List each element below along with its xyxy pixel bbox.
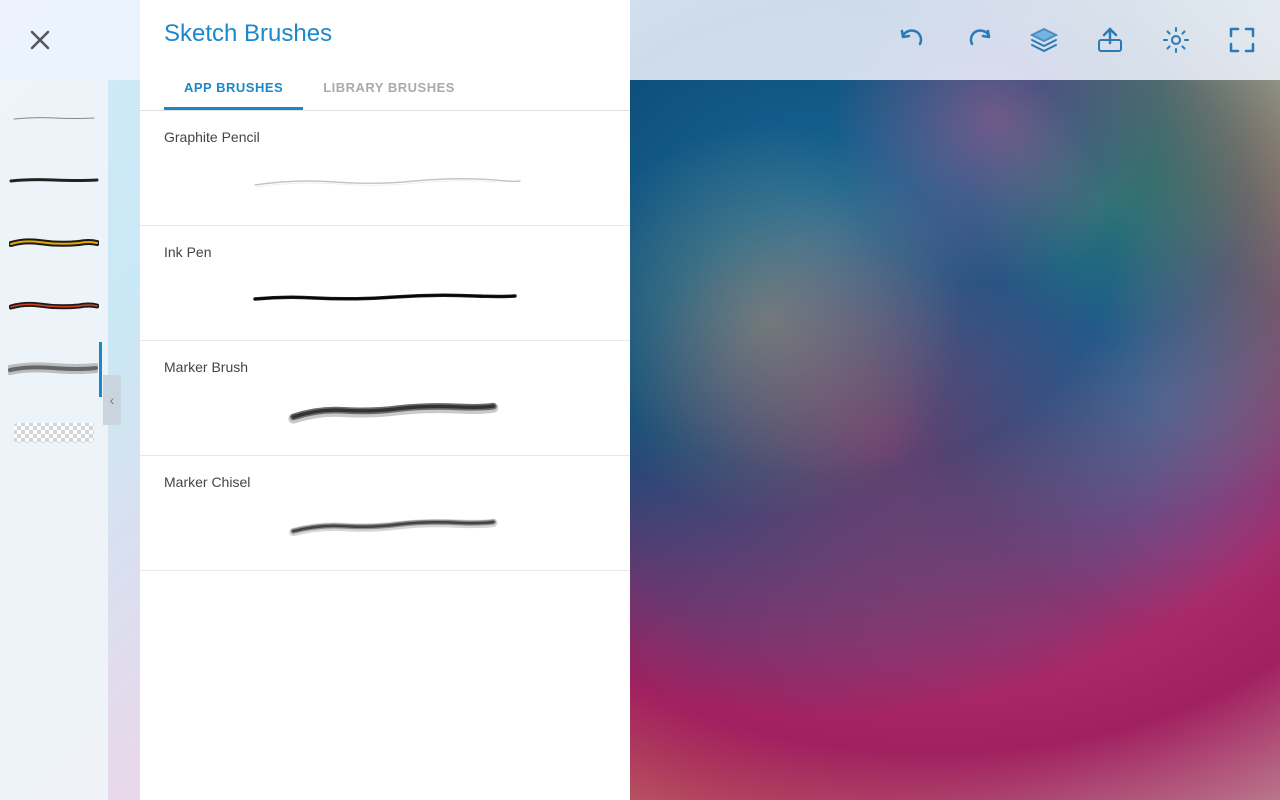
brush-preview-marker-brush <box>164 387 606 437</box>
brush-item-graphite-pencil[interactable]: Graphite Pencil <box>140 111 630 226</box>
tab-app-brushes[interactable]: APP BRUSHES <box>164 68 303 110</box>
brush-name-ink-pen: Ink Pen <box>164 244 606 260</box>
export-button[interactable] <box>1092 22 1128 58</box>
sidebar-brush-thick-dark[interactable] <box>7 216 102 271</box>
brush-list: Graphite Pencil Ink Pen Marker Brush <box>140 111 630 800</box>
brush-stroke-marker <box>235 387 535 437</box>
brush-preview-ink-pen <box>164 272 606 322</box>
sidebar-brush-texture[interactable] <box>7 405 102 460</box>
brush-stroke-ink <box>235 272 535 322</box>
fullscreen-button[interactable] <box>1224 22 1260 58</box>
sidebar-brush-tapered[interactable] <box>7 279 102 334</box>
sidebar-brush-fine-line[interactable] <box>7 90 102 145</box>
redo-button[interactable] <box>960 22 996 58</box>
brush-stroke-chisel <box>235 502 535 552</box>
brush-name-graphite-pencil: Graphite Pencil <box>164 129 606 145</box>
sidebar-brush-medium-line[interactable] <box>7 153 102 208</box>
left-sidebar <box>0 80 108 800</box>
brush-stroke-graphite <box>235 157 535 207</box>
tab-library-brushes[interactable]: LIBRARY BRUSHES <box>303 68 475 110</box>
brush-item-marker-brush[interactable]: Marker Brush <box>140 341 630 456</box>
close-button[interactable] <box>20 20 60 60</box>
brush-preview-graphite-pencil <box>164 157 606 207</box>
brush-item-ink-pen[interactable]: Ink Pen <box>140 226 630 341</box>
brush-item-marker-chisel[interactable]: Marker Chisel <box>140 456 630 571</box>
chevron-left-icon: ‹ <box>110 392 115 408</box>
panel-title: Sketch Brushes <box>164 20 606 48</box>
brush-panel: Sketch Brushes APP BRUSHES LIBRARY BRUSH… <box>140 0 630 800</box>
brush-name-marker-brush: Marker Brush <box>164 359 606 375</box>
panel-header: Sketch Brushes APP BRUSHES LIBRARY BRUSH… <box>140 0 630 111</box>
undo-button[interactable] <box>894 22 930 58</box>
settings-button[interactable] <box>1158 22 1194 58</box>
toolbar-icons <box>894 0 1260 80</box>
collapse-panel-button[interactable]: ‹ <box>103 375 121 425</box>
sidebar-brush-soft-gray[interactable] <box>7 342 102 397</box>
brush-preview-marker-chisel <box>164 502 606 552</box>
layers-button[interactable] <box>1026 22 1062 58</box>
brush-name-marker-chisel: Marker Chisel <box>164 474 606 490</box>
panel-tabs: APP BRUSHES LIBRARY BRUSHES <box>164 68 606 110</box>
